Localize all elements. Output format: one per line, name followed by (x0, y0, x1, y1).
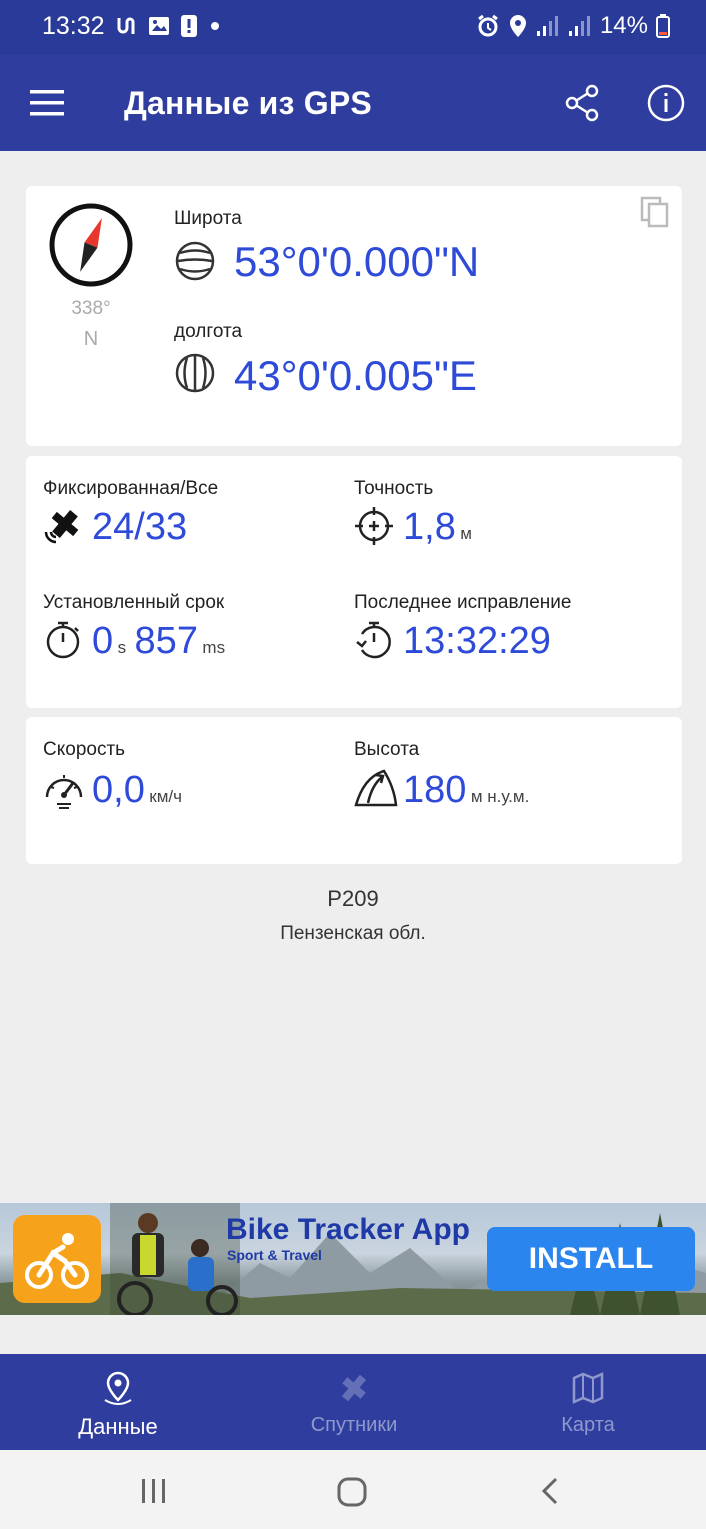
location-pin-icon (104, 1371, 132, 1405)
speed-value: 0,0 (92, 769, 145, 811)
heading-degrees: 338° (71, 298, 111, 319)
ad-banner[interactable]: Bike Tracker App Sport & Travel INSTALL (0, 1203, 706, 1315)
nav-label-map: Карта (561, 1414, 615, 1436)
copy-icon[interactable] (640, 196, 670, 228)
satellites-label: Фиксированная/Все (43, 478, 219, 499)
signal-icon-2 (568, 16, 590, 36)
longitude-value: 43°0'0.005"E (234, 352, 477, 399)
nav-item-data[interactable]: Данные (0, 1354, 236, 1450)
battery-percent: 14% (599, 12, 648, 39)
status-bar: 13:32 14% (0, 0, 706, 55)
longitude-globe-icon (175, 353, 215, 393)
alert-icon (181, 15, 197, 37)
cyclist-icon (25, 1233, 89, 1289)
signal-icon (536, 16, 558, 36)
nav-item-satellites[interactable]: Спутники (236, 1354, 472, 1450)
altitude-unit: м н.у.м. (470, 787, 530, 806)
ad-app-icon[interactable] (13, 1215, 101, 1303)
fix-info-card: Фиксированная/Все 24/33 Точность 1,8 м У… (26, 456, 682, 708)
nav-label-data: Данные (78, 1414, 158, 1439)
longitude-label: долгота (174, 321, 243, 342)
location-icon (509, 15, 526, 37)
alarm-icon (478, 14, 498, 37)
accuracy: 1,8 м (403, 506, 472, 549)
status-left-icons (116, 14, 222, 38)
ttf-seconds: 0 (92, 620, 114, 662)
region-name: Пензенская обл. (280, 923, 426, 944)
ad-install-button[interactable]: INSTALL (487, 1227, 695, 1291)
coordinates-card: 338° N Широта 53°0'0.000"N долгота 43°0'… (26, 186, 682, 446)
latitude-label: Широта (174, 208, 242, 229)
bottom-nav: Данные Спутники Карта (0, 1354, 706, 1450)
home-icon[interactable] (337, 1477, 367, 1507)
battery-icon (656, 14, 670, 38)
altitude: 180 м н.у.м. (403, 769, 529, 812)
satellite-icon (341, 1374, 367, 1402)
ttf-seconds-unit: s (117, 638, 127, 657)
altitude-label: Высота (354, 739, 420, 760)
ad-subtitle: Sport & Travel (227, 1247, 322, 1263)
ttf-label: Установленный срок (43, 592, 225, 613)
nav-label-satellites: Спутники (310, 1414, 398, 1436)
map-icon (572, 1372, 604, 1404)
speedometer-icon (45, 775, 83, 809)
stopwatch-refresh-icon (356, 621, 391, 659)
motion-card: Скорость 0,0 км/ч Высота 180 м н.у.м. (26, 717, 682, 864)
crosshair-icon (355, 507, 393, 545)
page-title: Данные из GPS (124, 85, 372, 121)
menu-icon[interactable] (30, 88, 66, 118)
accuracy-value: 1,8 (403, 506, 456, 548)
info-icon[interactable] (646, 83, 686, 123)
accuracy-label: Точность (354, 478, 434, 499)
stopwatch-icon (46, 621, 80, 659)
accuracy-unit: м (460, 524, 472, 543)
speed-label: Скорость (43, 739, 126, 760)
latitude-globe-icon (175, 241, 215, 281)
gallery-icon (149, 17, 169, 35)
compass-icon (49, 203, 133, 287)
last-fix-label: Последнее исправление (354, 592, 572, 613)
ttf-ms: 857 (134, 620, 198, 662)
mountain-altitude-icon (354, 769, 398, 807)
latitude-value: 53°0'0.000"N (234, 238, 480, 285)
last-fix-value: 13:32:29 (403, 620, 551, 662)
app-bar: Данные из GPS (0, 55, 706, 151)
speed-unit: км/ч (149, 787, 182, 806)
dot-icon (211, 22, 219, 30)
back-icon[interactable] (538, 1476, 562, 1506)
notification-app-icon (117, 17, 135, 34)
altitude-value: 180 (403, 769, 467, 811)
satellite-icon (44, 510, 79, 544)
status-time: 13:32 (42, 12, 105, 40)
share-icon[interactable] (562, 83, 602, 123)
recent-apps-icon[interactable] (140, 1478, 168, 1504)
speed: 0,0 км/ч (92, 769, 182, 812)
nav-item-map[interactable]: Карта (470, 1354, 706, 1450)
system-nav-bar (0, 1450, 706, 1529)
ttf: 0 s 857 ms (92, 620, 225, 663)
satellites-value: 24/33 (92, 506, 188, 548)
ttf-ms-unit: ms (202, 638, 226, 657)
road-name: Р209 (327, 886, 379, 911)
ad-title: Bike Tracker App (226, 1213, 470, 1246)
status-right-icons: 14% (476, 12, 670, 40)
heading-direction: N (83, 328, 99, 350)
